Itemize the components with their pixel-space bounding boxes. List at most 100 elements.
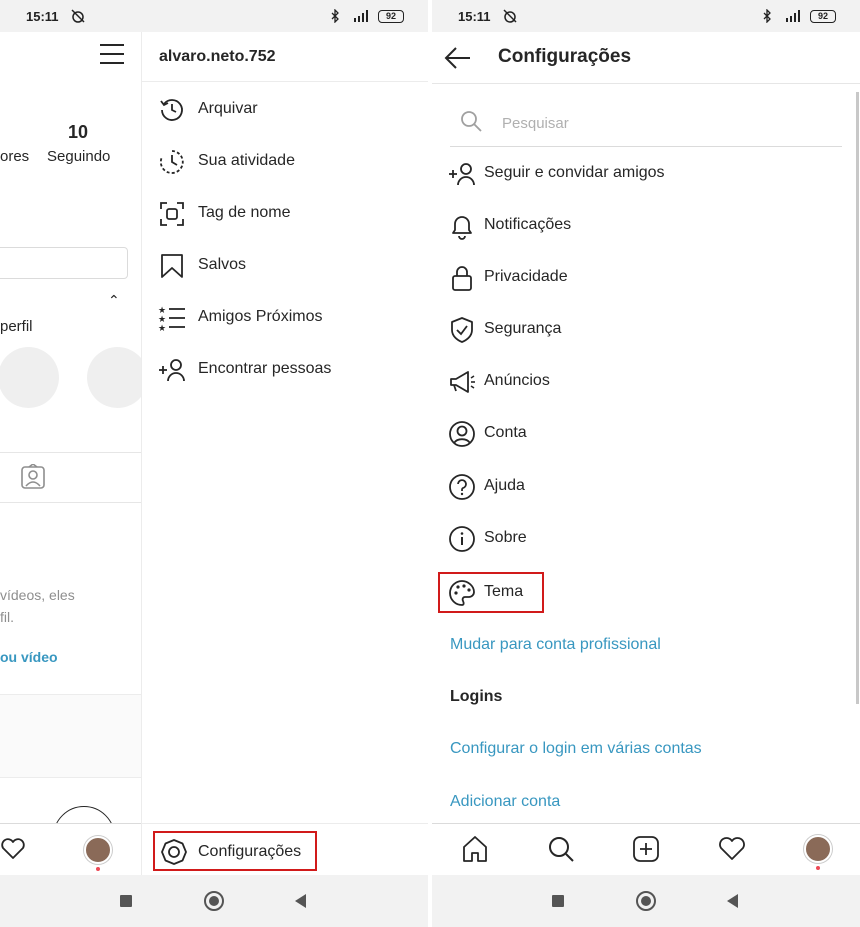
search-icon[interactable] — [546, 834, 576, 864]
bookmark-icon — [161, 254, 183, 278]
close-friends-icon: ★ ★ ★ — [158, 305, 185, 332]
recents-button[interactable] — [552, 895, 564, 907]
drawer-item-label: Encontrar pessoas — [198, 360, 332, 377]
drawer-item-label: Arquivar — [198, 100, 258, 117]
empty-state-text: fil. — [0, 609, 14, 625]
activity-clock-icon — [159, 150, 184, 174]
back-button[interactable] — [727, 894, 738, 908]
system-nav-bar — [432, 875, 860, 927]
recents-button[interactable] — [120, 895, 132, 907]
signal-icon — [354, 10, 368, 22]
left-phone-screen: 15:11 92 10 ores Seguindo ⌃ perfil vídeo… — [0, 0, 428, 927]
notification-dot — [816, 866, 820, 870]
drawer-header: alvaro.neto.752 — [142, 32, 428, 82]
back-button[interactable] — [295, 894, 306, 908]
gear-icon — [161, 839, 187, 865]
add-account-link[interactable]: Adicionar conta — [450, 793, 560, 811]
settings-item-notifications[interactable]: Notificações — [446, 200, 842, 252]
settings-item-about[interactable]: Sobre — [446, 513, 842, 565]
divider — [0, 452, 141, 453]
heart-icon[interactable] — [0, 836, 26, 862]
empty-state-link[interactable]: ou vídeo — [0, 649, 58, 665]
status-time: 15:11 — [458, 9, 491, 24]
settings-item-label: Anúncios — [484, 372, 550, 389]
drawer-item-label: Tag de nome — [198, 204, 291, 221]
drawer-username: alvaro.neto.752 — [159, 48, 276, 65]
account-circle-icon — [449, 421, 475, 447]
home-icon[interactable] — [460, 834, 490, 864]
chevron-up-icon[interactable]: ⌃ — [108, 292, 120, 309]
add-person-icon — [159, 359, 185, 382]
empty-state-text: vídeos, eles — [0, 587, 75, 603]
menu-icon[interactable] — [100, 44, 124, 64]
settings-item-follow-invite[interactable]: Seguir e convidar amigos — [446, 148, 842, 200]
home-button[interactable] — [636, 891, 656, 911]
settings-item-account[interactable]: Conta — [446, 408, 842, 460]
drawer-item-close-friends[interactable]: ★ ★ ★ Amigos Próximos — [142, 291, 428, 343]
drawer-item-label: Salvos — [198, 256, 247, 273]
settings-label: Configurações — [198, 843, 302, 860]
info-circle-icon — [449, 526, 475, 552]
new-post-icon[interactable] — [631, 834, 661, 864]
bottom-tab-bar — [432, 823, 860, 875]
suggestion-avatar[interactable] — [0, 347, 59, 408]
following-label[interactable]: Seguindo — [47, 148, 110, 165]
drawer-item-archive[interactable]: Arquivar — [142, 83, 428, 135]
bluetooth-icon — [331, 9, 339, 23]
battery-icon: 92 — [810, 10, 836, 23]
drawer-item-activity[interactable]: Sua atividade — [142, 135, 428, 187]
switch-professional-link[interactable]: Mudar para conta profissional — [450, 636, 661, 654]
shield-check-icon — [451, 317, 473, 343]
add-person-icon — [449, 163, 475, 186]
settings-item-theme[interactable]: Tema — [438, 572, 544, 613]
settings-item-privacy[interactable]: Privacidade — [446, 252, 842, 304]
drawer-item-nametag[interactable]: Tag de nome — [142, 187, 428, 239]
settings-item-label: Segurança — [484, 320, 562, 337]
search-icon — [461, 111, 482, 132]
drawer-item-find-people[interactable]: Encontrar pessoas — [142, 343, 428, 395]
svg-text:★: ★ — [158, 323, 166, 332]
settings-button[interactable]: Configurações — [153, 831, 317, 871]
suggestion-avatar[interactable] — [87, 347, 148, 408]
multi-login-link[interactable]: Configurar o login em várias contas — [450, 740, 702, 758]
profile-avatar[interactable] — [804, 835, 832, 863]
following-count[interactable]: 10 — [68, 122, 88, 143]
notification-dot — [96, 867, 100, 871]
bell-icon — [452, 216, 472, 240]
search-bar — [450, 100, 842, 147]
tagged-person-icon[interactable] — [20, 464, 46, 490]
help-circle-icon — [449, 474, 475, 500]
settings-item-label: Conta — [484, 424, 527, 441]
signal-icon — [786, 10, 800, 22]
alarm-off-icon — [71, 9, 85, 23]
back-arrow-icon[interactable] — [444, 44, 472, 72]
settings-item-help[interactable]: Ajuda — [446, 461, 842, 513]
nametag-icon — [160, 202, 184, 226]
settings-item-label: Tema — [484, 583, 524, 600]
followers-label[interactable]: ores — [0, 148, 29, 165]
home-button[interactable] — [204, 891, 224, 911]
megaphone-icon — [450, 371, 475, 393]
search-input[interactable] — [502, 112, 822, 134]
battery-icon: 92 — [378, 10, 404, 23]
settings-item-label: Privacidade — [484, 268, 568, 285]
edit-profile-button[interactable] — [0, 247, 128, 279]
settings-item-label: Seguir e convidar amigos — [484, 164, 665, 181]
system-nav-bar — [0, 875, 428, 927]
settings-item-ads[interactable]: Anúncios — [446, 356, 842, 408]
bluetooth-icon — [763, 9, 771, 23]
archive-history-icon — [160, 99, 183, 121]
status-time: 15:11 — [26, 9, 59, 24]
settings-item-security[interactable]: Segurança — [446, 304, 842, 356]
logins-heading: Logins — [450, 688, 503, 705]
scrollbar[interactable] — [856, 92, 859, 704]
drawer-item-saved[interactable]: Salvos — [142, 239, 428, 291]
heart-icon[interactable] — [717, 834, 747, 864]
settings-item-label: Ajuda — [484, 477, 525, 494]
alarm-off-icon — [503, 9, 517, 23]
lock-icon — [452, 266, 472, 291]
drawer-item-label: Sua atividade — [198, 152, 295, 169]
page-title: Configurações — [498, 46, 632, 67]
right-phone-screen: 15:11 92 Configurações Pesquisar Seguir … — [432, 0, 860, 927]
profile-avatar[interactable] — [84, 836, 112, 864]
